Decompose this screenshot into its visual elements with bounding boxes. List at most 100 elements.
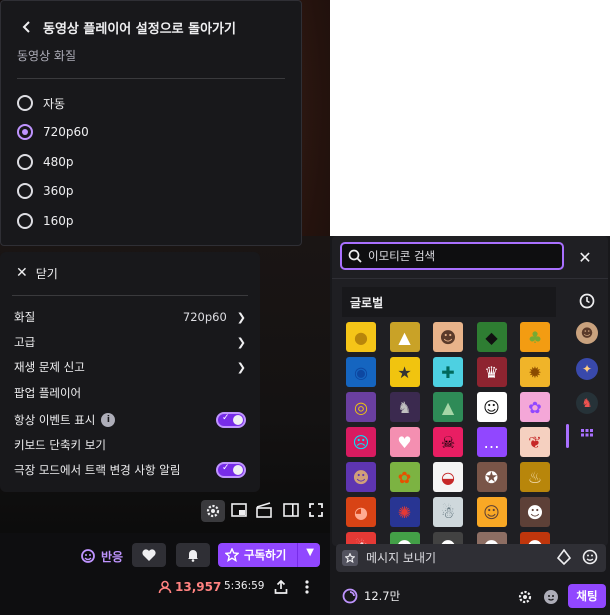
settings-gear-button[interactable] xyxy=(201,500,225,522)
settings-item-label: 키보드 단축키 보기 xyxy=(14,438,106,452)
highlight-star-button[interactable] xyxy=(342,550,358,566)
settings-item-keyboard-shortcuts[interactable]: 키보드 단축키 보기 xyxy=(14,434,246,456)
emote[interactable]: ☹ xyxy=(346,427,376,457)
mini-player-button[interactable] xyxy=(229,500,249,520)
toggle-theater-track-alert[interactable]: ✓ xyxy=(216,462,246,478)
quality-option-auto[interactable]: 자동 xyxy=(17,91,65,115)
chevron-left-icon xyxy=(22,21,30,33)
fullscreen-button[interactable] xyxy=(306,500,326,520)
chat-message-input[interactable] xyxy=(366,551,546,565)
emote[interactable]: ♨ xyxy=(520,462,550,492)
emote[interactable]: ✿ xyxy=(520,392,550,422)
emote[interactable]: ◎ xyxy=(346,392,376,422)
emote[interactable]: ❦ xyxy=(520,427,550,457)
mini-player-icon xyxy=(231,503,247,517)
settings-item-report-playback[interactable]: 재생 문제 신고 ❯ xyxy=(14,356,246,378)
emote[interactable]: ▲ xyxy=(389,322,420,352)
theater-mode-icon xyxy=(283,503,299,517)
emote[interactable]: ★ xyxy=(389,357,420,387)
emote[interactable]: ◉ xyxy=(346,357,376,387)
divider xyxy=(332,278,608,279)
chat-settings-button[interactable] xyxy=(516,588,534,606)
global-emotes-tab[interactable] xyxy=(576,424,598,446)
emote[interactable]: ✿ xyxy=(389,462,420,492)
channel-points-button[interactable]: 12.7만 xyxy=(342,588,400,604)
heart-icon xyxy=(142,549,156,561)
channel-emotes-tab-1[interactable]: ☻ xyxy=(576,322,598,344)
toggle-always-show-events[interactable]: ✓ xyxy=(216,412,246,428)
radio-button[interactable] xyxy=(17,95,33,111)
settings-item-theater-track-alert[interactable]: 극장 모드에서 트랙 변경 사항 알림 ✓ xyxy=(14,459,246,481)
settings-item-advanced[interactable]: 고급 ❯ xyxy=(14,331,246,353)
theater-mode-button[interactable] xyxy=(281,500,301,520)
emote[interactable]: ♣ xyxy=(520,322,550,352)
emote[interactable]: ♞ xyxy=(389,392,420,422)
settings-item-popout-player[interactable]: 팝업 플레이어 xyxy=(14,382,246,404)
radio-button[interactable] xyxy=(17,213,33,229)
channel-emotes-tab-2[interactable]: ✦ xyxy=(576,358,598,380)
emote[interactable]: ◆ xyxy=(476,322,507,352)
emote[interactable]: ♥ xyxy=(389,427,420,457)
recent-emotes-tab[interactable] xyxy=(576,290,598,312)
send-chat-button[interactable]: 채팅 xyxy=(568,584,606,608)
settings-item-quality[interactable]: 화질 720p60 ❯ xyxy=(14,306,246,328)
quality-option-720p60[interactable]: 720p60 xyxy=(17,120,89,144)
info-icon[interactable]: i xyxy=(101,413,116,427)
close-emote-picker-button[interactable]: ✕ xyxy=(575,247,595,267)
follow-button[interactable] xyxy=(132,543,166,567)
emote[interactable]: ☃ xyxy=(433,497,463,527)
emote[interactable]: ☻ xyxy=(346,462,376,492)
emote[interactable]: ☺ xyxy=(476,392,507,422)
clock-icon xyxy=(579,293,595,309)
emote[interactable]: ✹ xyxy=(520,357,550,387)
chat-identity-button[interactable] xyxy=(542,588,560,606)
emote[interactable]: ▲ xyxy=(433,392,463,422)
subscribe-button[interactable]: 구독하기 ▼ xyxy=(218,543,320,567)
avatar: ♞ xyxy=(581,396,593,410)
chat-input-box[interactable] xyxy=(336,544,606,572)
emote[interactable]: ◕ xyxy=(346,497,376,527)
radio-button[interactable] xyxy=(17,183,33,199)
emote[interactable]: … xyxy=(476,427,507,457)
back-label: 동영상 플레이어 설정으로 돌아가기 xyxy=(43,21,236,37)
quality-option-160p[interactable]: 160p xyxy=(17,209,74,233)
close-settings-button[interactable]: ✕ 닫기 xyxy=(16,262,58,284)
emote-row: ☹ ♥ ☠ … ❦ xyxy=(346,427,556,459)
emote[interactable]: ☺ xyxy=(476,497,507,527)
radio-button-selected[interactable] xyxy=(17,124,33,140)
quality-option-360p[interactable]: 360p xyxy=(17,179,74,203)
channel-emotes-tab-3[interactable]: ♞ xyxy=(576,392,598,414)
quality-menu: 동영상 플레이어 설정으로 돌아가기 동영상 화질 자동 720p60 480p… xyxy=(0,0,302,246)
emote[interactable]: ☠ xyxy=(433,427,463,457)
notifications-button[interactable] xyxy=(176,543,210,567)
emote[interactable]: ♛ xyxy=(476,357,507,387)
bell-icon xyxy=(188,550,198,562)
bits-icon[interactable] xyxy=(556,549,572,565)
emote[interactable]: ☻ xyxy=(520,497,550,527)
share-button[interactable] xyxy=(272,578,290,596)
emote-row: ◕ ✺ ☃ ☺ ☻ xyxy=(346,497,556,529)
quality-option-label: 480p xyxy=(43,155,74,169)
emote[interactable]: ◒ xyxy=(433,462,463,492)
fullscreen-icon xyxy=(309,503,323,517)
clip-button[interactable] xyxy=(254,500,274,520)
emote-search-input[interactable] xyxy=(368,249,548,263)
react-button[interactable]: 반응 xyxy=(80,546,123,566)
divider xyxy=(12,295,248,296)
chevron-right-icon: ❯ xyxy=(236,335,246,349)
emote[interactable]: ☻ xyxy=(433,322,463,352)
react-label: 반응 xyxy=(101,549,124,564)
chevron-down-icon[interactable]: ▼ xyxy=(306,547,314,558)
emote[interactable]: ● xyxy=(346,322,376,352)
radio-button[interactable] xyxy=(17,154,33,170)
emote[interactable]: ✚ xyxy=(433,357,463,387)
emote-category-sidebar: ☻ ✦ ♞ xyxy=(566,282,606,544)
settings-item-always-show-events[interactable]: 항상 이벤트 표시 i ✓ xyxy=(14,409,246,431)
back-to-settings-button[interactable]: 동영상 플레이어 설정으로 돌아가기 xyxy=(21,14,236,40)
emoji-smile-icon[interactable] xyxy=(582,549,598,565)
emote[interactable]: ✪ xyxy=(476,462,507,492)
more-options-button[interactable] xyxy=(298,578,316,596)
quality-option-480p[interactable]: 480p xyxy=(17,150,74,174)
emote-search-field[interactable] xyxy=(340,242,564,270)
emote[interactable]: ✺ xyxy=(389,497,420,527)
